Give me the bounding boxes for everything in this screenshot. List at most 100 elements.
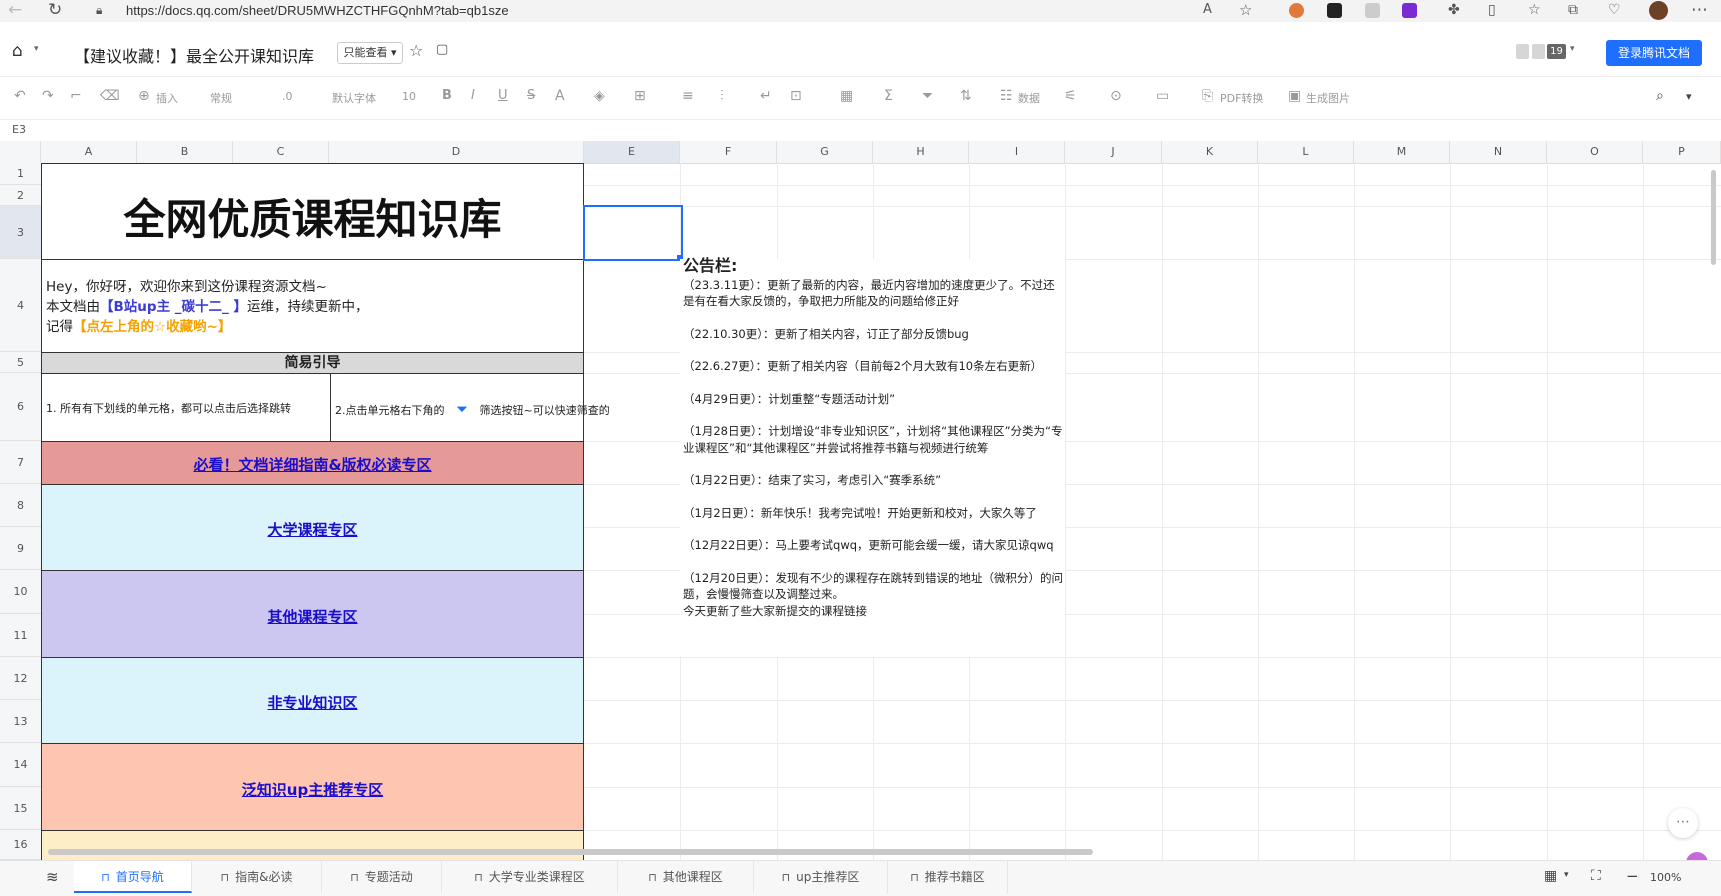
up-recommend-link-cell[interactable]: 泛知识up主推荐专区 (41, 743, 584, 831)
other-courses-link-cell[interactable]: 其他课程专区 (41, 570, 584, 658)
column-header[interactable]: K (1162, 141, 1258, 163)
data-icon[interactable]: ☷ (1000, 88, 1013, 104)
split-screen-icon[interactable]: ▯ (1488, 0, 1496, 20)
column-header[interactable]: O (1547, 141, 1643, 163)
row-header[interactable]: 16 (0, 830, 41, 860)
chevron-down-icon[interactable]: ▾ (34, 44, 39, 54)
collections-icon[interactable]: ⧉ (1568, 0, 1578, 20)
sheet-tab[interactable]: ⊓ 首页导航 (74, 861, 192, 893)
horizontal-scrollbar[interactable] (48, 849, 1093, 855)
doc-title[interactable]: 【建议收藏！】最全公开课知识库 (74, 43, 314, 67)
border-icon[interactable]: ⊞ (634, 88, 646, 104)
sheet-tab[interactable]: ⊓ 推荐书籍区 (888, 861, 1008, 893)
row-header[interactable]: 15 (0, 787, 41, 830)
vertical-align-icon[interactable]: ⫶ (720, 88, 724, 104)
sheet-tab[interactable]: ⊓ up主推荐区 (754, 861, 888, 893)
favorite-star-icon[interactable]: ☆ (1239, 0, 1252, 20)
lock-icon[interactable]: 🔒︎ (96, 0, 102, 20)
clear-format-icon[interactable]: ⌫ (100, 88, 120, 104)
column-header[interactable]: G (777, 141, 873, 163)
row-header[interactable]: 8 (0, 484, 41, 527)
column-header[interactable]: J (1065, 141, 1162, 163)
data-menu[interactable]: 数据 (1018, 90, 1040, 106)
comment-icon[interactable]: ▭ (1156, 88, 1169, 104)
italic-button[interactable]: I (471, 88, 475, 103)
pdf-icon[interactable]: ⎘ (1202, 88, 1213, 104)
home-icon[interactable]: ⌂ (12, 41, 23, 61)
extension-icon[interactable] (1365, 3, 1380, 18)
favorites-icon[interactable]: ☆ (1528, 0, 1541, 20)
row-header[interactable]: 4 (0, 259, 41, 352)
intro-cell[interactable]: Hey，你好呀，欢迎你来到这份课程资源文档~ 本文档由【B站up主 _碳十二_ … (41, 259, 584, 353)
grid-view-icon[interactable]: ▦ (1544, 868, 1557, 884)
number-format-dropdown[interactable]: 常规 (210, 90, 232, 106)
chevron-down-icon[interactable]: ▾ (1686, 90, 1692, 103)
row-header[interactable]: 7 (0, 441, 41, 484)
decimal-stepper[interactable]: .0 (282, 90, 293, 103)
row-header[interactable]: 1 (0, 163, 41, 185)
extensions-icon[interactable]: ✤ (1448, 0, 1460, 20)
bold-button[interactable]: B (442, 88, 452, 103)
sheet-tab[interactable]: ⊓ 指南&必读 (192, 861, 322, 893)
filter-icon[interactable]: ⏷ (922, 88, 933, 104)
wrap-text-icon[interactable]: ↵ (760, 88, 772, 104)
protect-icon[interactable]: ⊙ (1110, 88, 1122, 104)
browser-essentials-icon[interactable]: ♡ (1608, 0, 1621, 20)
insert-icon[interactable]: ⊕ (138, 88, 150, 104)
vertical-scrollbar[interactable] (1711, 170, 1716, 265)
generate-image-button[interactable]: 生成图片 (1306, 90, 1350, 106)
collaborator-count[interactable]: 19 (1547, 44, 1566, 59)
must-read-link-cell[interactable]: 必看！文档详细指南&版权必读专区 (41, 441, 584, 485)
font-family-dropdown[interactable]: 默认字体 (332, 90, 376, 106)
undo-icon[interactable]: ↶ (14, 88, 26, 104)
text-color-icon[interactable]: A (555, 88, 565, 104)
row-header[interactable]: 6 (0, 373, 41, 441)
format-painter-icon[interactable]: ⌐ (70, 88, 82, 104)
extension-icon[interactable] (1327, 3, 1342, 18)
next-section-cell[interactable] (41, 830, 584, 860)
reload-icon[interactable]: ↻ (48, 0, 62, 20)
document-info-icon[interactable]: ▢ (436, 42, 448, 57)
collaborator-avatar[interactable] (1516, 44, 1529, 59)
university-link-cell[interactable]: 大学课程专区 (41, 484, 584, 571)
column-header[interactable]: D (329, 141, 584, 163)
column-header[interactable]: M (1354, 141, 1450, 163)
must-read-link[interactable]: 必看！文档详细指南&版权必读专区 (42, 454, 583, 475)
underline-button[interactable]: U (498, 88, 508, 103)
image-icon[interactable]: ▣ (1288, 88, 1301, 104)
search-icon[interactable]: ⌕ (1656, 88, 1664, 104)
back-icon[interactable]: ← (8, 0, 22, 20)
pdf-convert-menu[interactable]: PDF转换 (1220, 90, 1263, 106)
sort-icon[interactable]: ⇅ (960, 88, 972, 104)
column-header[interactable]: E (584, 141, 680, 163)
row-header[interactable]: 13 (0, 700, 41, 743)
address-bar[interactable]: https://docs.qq.com/sheet/DRU5MWHZCTHFGQ… (126, 3, 509, 18)
selected-cell[interactable] (583, 205, 683, 261)
avatar[interactable] (1649, 1, 1668, 20)
row-header[interactable]: 12 (0, 657, 41, 700)
non-major-knowledge-link[interactable]: 非专业知识区 (42, 692, 583, 713)
row-header[interactable]: 2 (0, 185, 41, 206)
strikethrough-button[interactable]: S (527, 88, 535, 103)
university-courses-link[interactable]: 大学课程专区 (42, 519, 583, 540)
insert-menu[interactable]: 插入 (156, 90, 178, 106)
extension-icon[interactable] (1402, 3, 1417, 18)
row-header[interactable]: 9 (0, 527, 41, 570)
column-header[interactable]: B (137, 141, 233, 163)
column-header[interactable]: P (1643, 141, 1721, 163)
conditional-format-icon[interactable]: ⚟ (1064, 88, 1077, 104)
extension-icon[interactable] (1289, 3, 1304, 18)
star-icon[interactable]: ☆ (409, 41, 423, 60)
redo-icon[interactable]: ↷ (42, 88, 54, 104)
sheet-tab[interactable]: ⊓ 其他课程区 (618, 861, 754, 893)
fullscreen-icon[interactable]: ⛶ (1591, 868, 1601, 884)
sum-icon[interactable]: Σ (884, 88, 893, 104)
more-icon[interactable]: ⋯ (1691, 0, 1708, 20)
up-recommend-link[interactable]: 泛知识up主推荐专区 (42, 779, 583, 800)
title-cell[interactable]: 全网优质课程知识库 (41, 163, 584, 260)
sheet-list-icon[interactable]: ≋ (46, 868, 59, 886)
column-header[interactable]: L (1258, 141, 1354, 163)
align-icon[interactable]: ≡ (682, 88, 694, 104)
view-mode-dropdown[interactable]: 只能查看 ▾ (337, 42, 403, 64)
font-size-dropdown[interactable]: 10 (402, 90, 416, 103)
